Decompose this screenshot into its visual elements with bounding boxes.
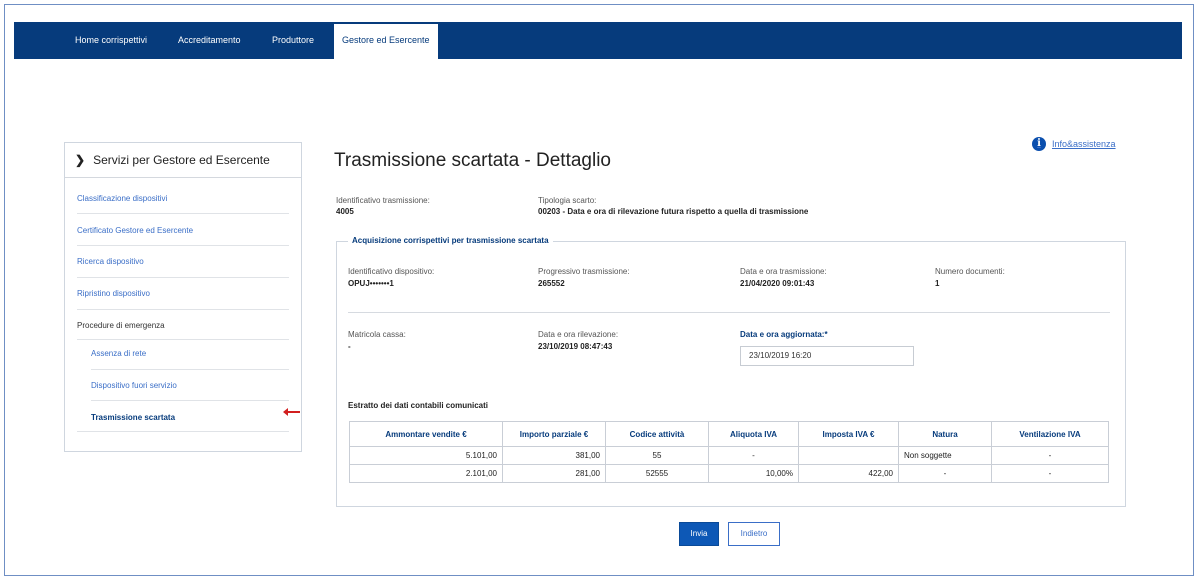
cell-importo: 381,00 <box>502 446 606 465</box>
info-assistenza-link[interactable]: i Info&assistenza <box>1032 137 1116 151</box>
col-aliquota-iva: Aliquota IVA <box>708 421 799 447</box>
chevron-right-icon: ❯ <box>75 153 86 167</box>
sidebar: ❯ Servizi per Gestore ed Esercente Class… <box>64 142 302 452</box>
id-trasmissione-value: 4005 <box>336 207 354 216</box>
divider <box>91 400 289 401</box>
sidebar-title-label: Servizi per Gestore ed Esercente <box>93 153 270 167</box>
col-codice-attivita: Codice attività <box>605 421 709 447</box>
page-title: Trasmissione scartata - Dettaglio <box>334 150 612 171</box>
sidebar-title: ❯ Servizi per Gestore ed Esercente <box>75 153 270 167</box>
cell-imposta: 422,00 <box>798 464 899 483</box>
indietro-button[interactable]: Indietro <box>728 522 780 546</box>
matricola-cassa-value: - <box>348 342 351 351</box>
sidebar-item-ricerca[interactable]: Ricerca dispositivo <box>77 257 144 266</box>
matricola-cassa-label: Matricola cassa: <box>348 330 406 339</box>
sidebar-item-certificato[interactable]: Certificato Gestore ed Esercente <box>77 226 193 235</box>
table-row: 2.101,00 281,00 52555 10,00% 422,00 - - <box>349 464 1109 483</box>
data-rilevazione-label: Data e ora rilevazione: <box>538 330 619 339</box>
id-dispositivo-label: Identificativo dispositivo: <box>348 267 435 276</box>
numero-documenti-value: 1 <box>935 279 940 288</box>
col-importo-parziale: Importo parziale € <box>502 421 606 447</box>
numero-documenti-label: Numero documenti: <box>935 267 1005 276</box>
col-ventilazione-iva: Ventilazione IVA <box>991 421 1109 447</box>
info-icon: i <box>1032 137 1046 151</box>
sidebar-item-ripristino[interactable]: Ripristino dispositivo <box>77 289 150 298</box>
cell-ventilazione: - <box>991 446 1109 465</box>
cell-aliquota: 10,00% <box>708 464 799 483</box>
sidebar-subitem-fuori-servizio[interactable]: Dispositivo fuori servizio <box>91 381 177 390</box>
data-trasmissione-label: Data e ora trasmissione: <box>740 267 827 276</box>
tipologia-scarto-value: 00203 - Data e ora di rilevazione futura… <box>538 207 809 216</box>
progressivo-label: Progressivo trasmissione: <box>538 267 630 276</box>
col-imposta-iva: Imposta IVA € <box>798 421 899 447</box>
cell-natura: - <box>898 464 992 483</box>
cell-ammontare: 2.101,00 <box>349 464 503 483</box>
cell-importo: 281,00 <box>502 464 606 483</box>
fieldset-legend: Acquisizione corrispettivi per trasmissi… <box>348 236 553 245</box>
divider <box>77 431 289 432</box>
nav-gestore-esercente[interactable]: Gestore ed Esercente <box>334 24 438 59</box>
divider <box>77 339 289 340</box>
sidebar-divider <box>65 177 301 178</box>
cell-imposta <box>798 446 899 465</box>
nav-produttore[interactable]: Produttore <box>272 22 314 59</box>
data-aggiornata-label: Data e ora aggiornata:* <box>740 330 828 339</box>
divider <box>77 245 289 246</box>
data-rilevazione-value: 23/10/2019 08:47:43 <box>538 342 613 351</box>
divider <box>91 369 289 370</box>
info-assistenza-label[interactable]: Info&assistenza <box>1052 139 1116 149</box>
sidebar-subitem-assenza-rete[interactable]: Assenza di rete <box>91 349 146 358</box>
divider <box>77 277 289 278</box>
cell-ventilazione: - <box>991 464 1109 483</box>
tipologia-scarto-label: Tipologia scarto: <box>538 196 597 205</box>
invia-button[interactable]: Invia <box>679 522 719 546</box>
sidebar-subitem-trasmissione-scartata[interactable]: Trasmissione scartata <box>91 413 175 422</box>
progressivo-value: 265552 <box>538 279 565 288</box>
id-dispositivo-value: OPUJ•••••••1 <box>348 279 394 288</box>
table-caption: Estratto dei dati contabili comunicati <box>348 401 489 410</box>
divider <box>77 309 289 310</box>
nav-accreditamento[interactable]: Accreditamento <box>178 22 241 59</box>
sidebar-item-classificazione[interactable]: Classificazione dispositivi <box>77 194 167 203</box>
cell-codice: 55 <box>605 446 709 465</box>
section-divider <box>348 312 1110 313</box>
cell-codice: 52555 <box>605 464 709 483</box>
top-navbar: Home corrispettivi Accreditamento Produt… <box>14 22 1182 59</box>
dati-contabili-table: Ammontare vendite € Importo parziale € C… <box>349 421 1109 483</box>
data-trasmissione-value: 21/04/2020 09:01:43 <box>740 279 815 288</box>
col-ammontare-vendite: Ammontare vendite € <box>349 421 503 447</box>
data-aggiornata-input[interactable]: 23/10/2019 16:20 <box>740 346 914 366</box>
sidebar-group-emergenza: Procedure di emergenza <box>77 321 165 330</box>
col-natura: Natura <box>898 421 992 447</box>
table-row: 5.101,00 381,00 55 - Non soggette - <box>349 446 1109 465</box>
id-trasmissione-label: Identificativo trasmissione: <box>336 196 430 205</box>
active-arrow-icon <box>283 408 300 416</box>
cell-aliquota: - <box>708 446 799 465</box>
table-header-row: Ammontare vendite € Importo parziale € C… <box>349 421 1109 447</box>
cell-ammontare: 5.101,00 <box>349 446 503 465</box>
divider <box>77 213 289 214</box>
nav-home-corrispettivi[interactable]: Home corrispettivi <box>75 22 147 59</box>
cell-natura: Non soggette <box>898 446 992 465</box>
